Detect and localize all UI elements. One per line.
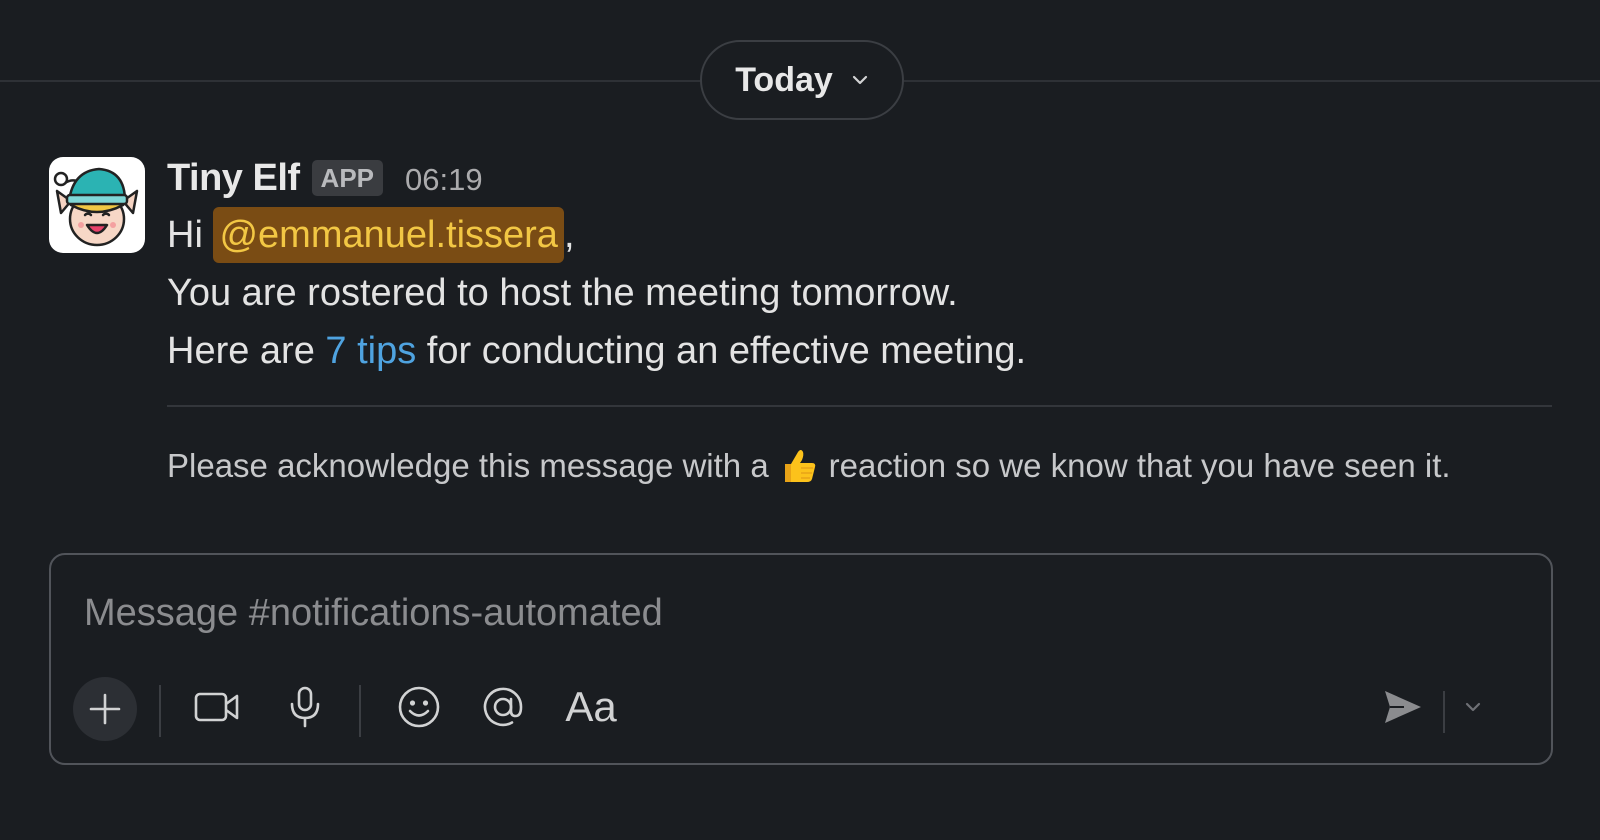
at-sign-icon — [483, 687, 523, 727]
message: Tiny Elf APP 06:19 Hi @emmanuel.tissera,… — [167, 156, 1560, 380]
sender-name[interactable]: Tiny Elf — [167, 157, 300, 200]
chevron-down-icon — [852, 75, 867, 85]
avatar[interactable] — [49, 157, 145, 253]
message-line-greeting: Hi @emmanuel.tissera, — [167, 206, 1560, 264]
ack-suffix: reaction so we know that you have seen i… — [828, 447, 1451, 484]
message-header: Tiny Elf APP 06:19 — [167, 156, 1560, 200]
emoji-button[interactable] — [393, 681, 445, 733]
acknowledge-note: Please acknowledge this message with a r… — [167, 446, 1451, 486]
tips-link[interactable]: 7 tips — [325, 330, 416, 372]
greeting-comma: , — [563, 214, 575, 256]
formatting-button[interactable]: Aa — [557, 679, 625, 735]
video-clip-button[interactable] — [191, 681, 243, 733]
greeting-text: Hi — [167, 214, 203, 256]
tips-prefix: Here are — [167, 330, 315, 372]
message-input[interactable] — [84, 583, 1484, 643]
date-divider-label: Today — [735, 60, 833, 99]
thumbs-up-icon — [784, 450, 815, 482]
app-badge: APP — [311, 160, 384, 196]
toolbar-separator — [1443, 691, 1445, 733]
tips-suffix: for conducting an effective meeting. — [426, 330, 1027, 372]
send-button[interactable] — [1377, 681, 1429, 733]
channel-view: Today Tiny Elf APP 06:19 Hi @emmanuel.ti… — [0, 0, 1600, 840]
message-line-roster: You are rostered to host the meeting tom… — [167, 272, 958, 314]
send-options-button[interactable] — [1455, 689, 1491, 725]
ack-prefix: Please acknowledge this message with a — [167, 447, 769, 484]
elf-avatar-icon — [53, 167, 139, 247]
message-line-tips: Here are 7 tips for conducting an effect… — [167, 322, 1560, 380]
microphone-icon — [290, 686, 320, 728]
chevron-down-icon — [1465, 702, 1481, 712]
toolbar-separator — [159, 685, 161, 737]
message-composer: Aa — [49, 553, 1553, 765]
plus-icon — [89, 693, 121, 725]
message-timestamp[interactable]: 06:19 — [405, 158, 483, 198]
smiley-icon — [398, 686, 440, 728]
send-icon — [1385, 691, 1421, 723]
date-divider-button[interactable]: Today — [700, 40, 904, 120]
attach-button[interactable] — [73, 677, 137, 741]
composer-toolbar: Aa — [51, 671, 1551, 743]
mention-button[interactable] — [477, 681, 529, 733]
audio-clip-button[interactable] — [279, 681, 331, 733]
user-mention[interactable]: @emmanuel.tissera — [213, 207, 564, 263]
video-camera-icon — [194, 692, 239, 722]
toolbar-separator — [359, 685, 361, 737]
message-divider — [167, 405, 1552, 407]
